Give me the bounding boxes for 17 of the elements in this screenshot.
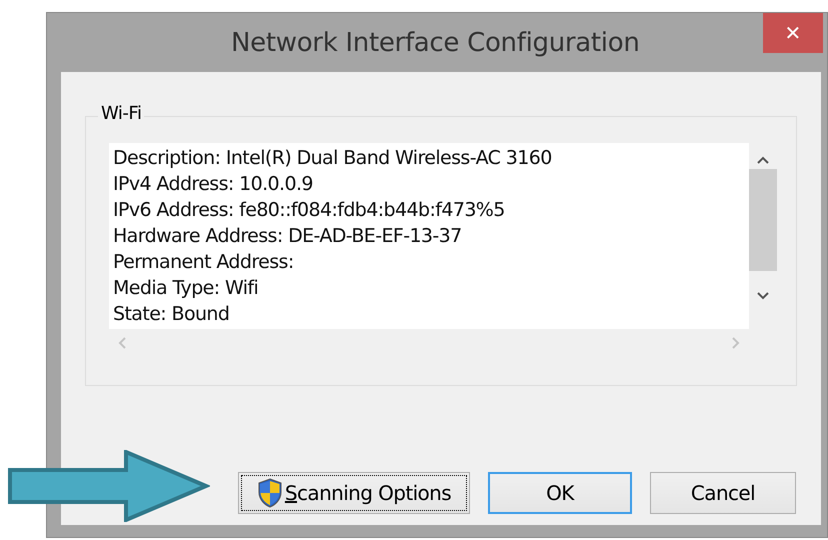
ok-button[interactable]: OK [488,472,632,514]
scanning-options-button[interactable]: Scanning Options [238,472,470,514]
info-line: Description: Intel(R) Dual Band Wireless-AC 3160 [113,146,553,171]
chevron-down-icon[interactable] [756,291,770,301]
info-line: IPv4 Address: 10.0.0.9 [113,172,314,197]
info-line: Hardware Address: DE-AD-BE-EF-13-37 [113,224,463,249]
chevron-left-icon[interactable] [117,336,127,350]
chevron-up-icon[interactable] [756,155,770,165]
window-title: Network Interface Configuration [231,28,640,58]
close-button[interactable]: ✕ [763,13,823,53]
chevron-right-icon[interactable] [731,336,741,350]
info-line: Media Type: Wifi [113,276,260,301]
info-line: IPv6 Address: fe80::f084:fdb4:b44b:f473%5 [113,198,506,223]
scrollbar-thumb[interactable] [749,169,777,271]
info-line: State: Bound [113,302,230,327]
info-line: Permanent Address: [113,250,295,275]
cancel-button[interactable]: Cancel [650,472,796,514]
